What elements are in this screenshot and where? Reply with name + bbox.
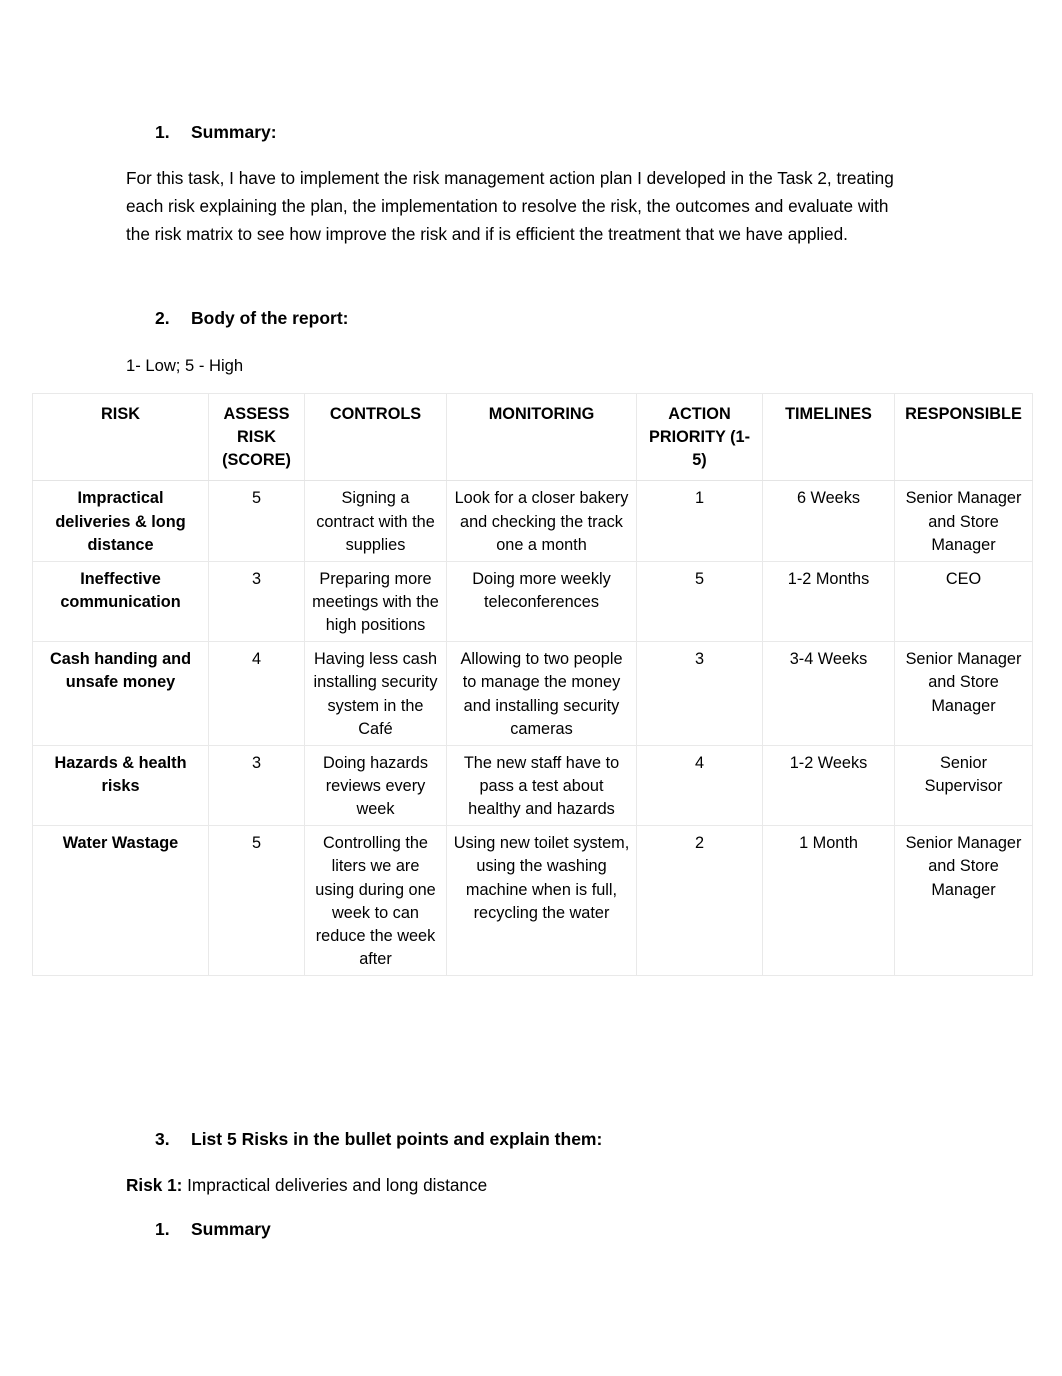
cell-responsible: Senior Manager and Store Manager [894,825,1033,977]
table-row: Impractical deliveries & long distance 5… [32,480,1033,562]
heading-list-risks: 3. List 5 Risks in the bullet points and… [0,1128,1062,1151]
heading-list-risks-number: 3. [155,1129,170,1149]
table-header-row: RISK ASSESS RISK (SCORE) CONTROLS MONITO… [32,392,1033,482]
cell-priority: 5 [636,560,763,643]
summary-paragraph: For this task, I have to implement the r… [126,168,894,244]
cell-responsible: Senior Manager and Store Manager [894,641,1033,746]
cell-controls: Preparing more meetings with the high po… [304,560,447,643]
cell-score: 3 [208,560,305,643]
cell-monitoring: Using new toilet system, using the washi… [446,825,637,977]
column-header-responsible: RESPONSIBLE [894,392,1033,482]
cell-timelines: 1 Month [762,825,895,977]
cell-responsible: CEO [894,560,1033,643]
risk-table-container: RISK ASSESS RISK (SCORE) CONTROLS MONITO… [32,392,1033,977]
column-header-controls: CONTROLS [304,392,447,482]
document-page: 1. Summary: For this task, I have to imp… [0,0,1062,1376]
cell-risk: Ineffective communication [32,560,209,643]
cell-controls: Controlling the liters we are using duri… [304,825,447,977]
cell-responsible: Senior Manager and Store Manager [894,480,1033,562]
heading-body-of-report: 2. Body of the report: [0,307,1062,330]
column-header-timelines: TIMELINES [762,392,895,482]
cell-risk: Impractical deliveries & long distance [32,480,209,562]
cell-risk: Cash handing and unsafe money [32,641,209,746]
cell-risk: Water Wastage [32,825,209,977]
cell-priority: 2 [636,825,763,977]
column-header-assess-risk-score: ASSESS RISK (SCORE) [208,392,305,482]
risk-1-block: Risk 1: Impractical deliveries and long … [0,1173,1062,1199]
cell-priority: 3 [636,641,763,746]
heading-body-title: Body of the report: [191,308,349,328]
cell-score: 4 [208,641,305,746]
cell-controls: Having less cash installing security sys… [304,641,447,746]
cell-controls: Doing hazards reviews every week [304,744,447,827]
risk-1-line: Risk 1: Impractical deliveries and long … [126,1173,1062,1199]
cell-priority: 4 [636,744,763,827]
heading-summary-number: 1. [155,122,170,142]
heading-list-risks-title: List 5 Risks in the bullet points and ex… [191,1129,603,1149]
cell-score: 5 [208,480,305,562]
table-row: Water Wastage 5 Controlling the liters w… [32,825,1033,977]
heading-summary: 1. Summary: [0,121,1062,144]
column-header-risk: RISK [32,392,209,482]
cell-responsible: Senior Supervisor [894,744,1033,827]
column-header-action-priority: ACTION PRIORITY (1-5) [636,392,763,482]
scale-legend-block: 1- Low; 5 - High [0,354,1062,379]
scale-legend: 1- Low; 5 - High [126,356,244,375]
cell-timelines: 3-4 Weeks [762,641,895,746]
cell-monitoring: Allowing to two people to manage the mon… [446,641,637,746]
cell-monitoring: Doing more weekly teleconferences [446,560,637,643]
cell-timelines: 1-2 Weeks [762,744,895,827]
table-row: Ineffective communication 3 Preparing mo… [32,560,1033,643]
cell-monitoring: Look for a closer bakery and checking th… [446,480,637,562]
heading-summary-title: Summary: [191,122,277,142]
cell-score: 5 [208,825,305,977]
cell-controls: Signing a contract with the supplies [304,480,447,562]
cell-monitoring: The new staff have to pass a test about … [446,744,637,827]
cell-priority: 1 [636,480,763,562]
heading-subsection-summary: 1. Summary [0,1218,1062,1241]
column-header-monitoring: MONITORING [446,392,637,482]
cell-timelines: 6 Weeks [762,480,895,562]
heading-body-number: 2. [155,308,170,328]
cell-score: 3 [208,744,305,827]
risk-table-body: Impractical deliveries & long distance 5… [32,480,1033,977]
table-row: Cash handing and unsafe money 4 Having l… [32,641,1033,746]
heading-subsection-number: 1. [155,1219,170,1239]
risk-1-text: Impractical deliveries and long distance [182,1175,488,1195]
cell-risk: Hazards & health risks [32,744,209,827]
risk-table-header: RISK ASSESS RISK (SCORE) CONTROLS MONITO… [32,392,1033,482]
risk-1-label: Risk 1: [126,1175,183,1195]
cell-timelines: 1-2 Months [762,560,895,643]
table-row: Hazards & health risks 3 Doing hazards r… [32,744,1033,827]
summary-paragraph-block: For this task, I have to implement the r… [0,165,1062,249]
risk-table: RISK ASSESS RISK (SCORE) CONTROLS MONITO… [32,392,1033,977]
heading-subsection-title: Summary [191,1219,271,1239]
